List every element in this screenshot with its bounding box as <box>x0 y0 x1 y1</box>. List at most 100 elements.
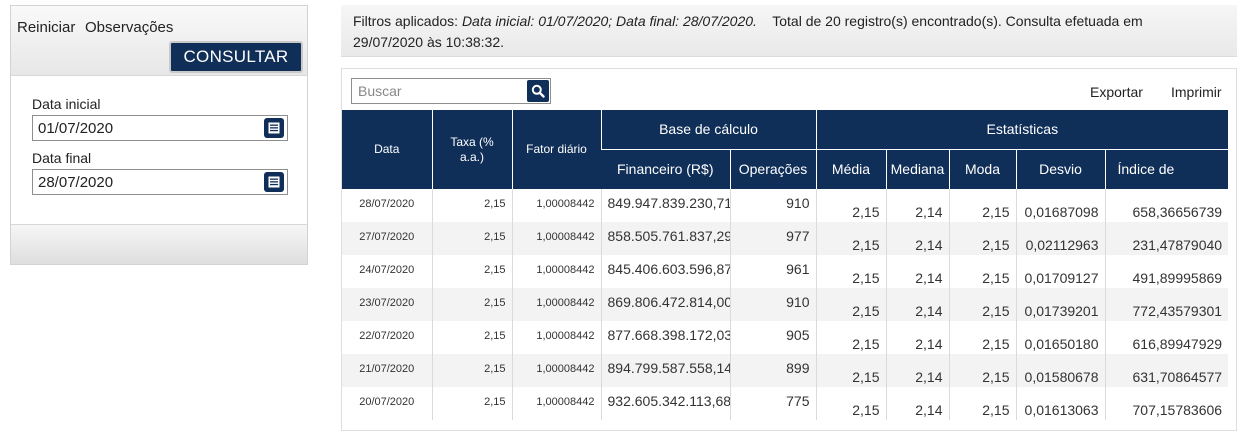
cell-date: 22/07/2020 <box>342 321 432 354</box>
cell-mode: 2,15 <box>948 255 1016 288</box>
cell-index: 231,47879040 <box>1104 222 1229 255</box>
cell-deviation: 0,01650180 <box>1015 321 1105 354</box>
end-date-input[interactable] <box>32 169 288 195</box>
search-button[interactable] <box>527 80 549 102</box>
cell-financial: 932.605.342.113,68 <box>600 387 730 420</box>
col-header-mean[interactable]: Média <box>815 149 886 189</box>
cell-index: 772,43579301 <box>1104 288 1229 321</box>
filters-prefix: Filtros aplicados: <box>353 13 462 29</box>
cell-operations: 899 <box>729 354 816 387</box>
col-header-rate[interactable]: Taxa (% a.a.) <box>431 110 512 189</box>
cell-factor: 1,00008442 <box>511 255 601 288</box>
cell-rate: 2,15 <box>431 222 512 255</box>
consult-button[interactable]: CONSULTAR <box>169 41 303 73</box>
cell-mode: 2,15 <box>948 288 1016 321</box>
cell-date: 24/07/2020 <box>342 255 432 288</box>
filter-panel-footer <box>11 224 307 264</box>
cell-mode: 2,15 <box>948 387 1016 420</box>
col-header-date[interactable]: Data <box>342 110 432 189</box>
cell-mean: 2,15 <box>815 288 886 321</box>
cell-factor: 1,00008442 <box>511 387 601 420</box>
cell-mean: 2,15 <box>815 321 886 354</box>
cell-deviation: 0,01739201 <box>1015 288 1105 321</box>
col-header-index[interactable]: Índice de <box>1104 149 1229 189</box>
cell-operations: 910 <box>729 288 816 321</box>
cell-financial: 877.668.398.172,03 <box>600 321 730 354</box>
cell-rate: 2,15 <box>431 288 512 321</box>
cell-deviation: 0,01709127 <box>1015 255 1105 288</box>
cell-deviation: 0,01687098 <box>1015 189 1105 222</box>
cell-factor: 1,00008442 <box>511 222 601 255</box>
calendar-icon <box>268 176 280 188</box>
col-header-factor[interactable]: Fator diário <box>511 110 601 189</box>
cell-financial: 869.806.472.814,00 <box>600 288 730 321</box>
cell-deviation: 0,01613063 <box>1015 387 1105 420</box>
col-header-mode[interactable]: Moda <box>948 149 1016 189</box>
cell-index: 616,89947929 <box>1104 321 1229 354</box>
cell-median: 2,14 <box>885 255 949 288</box>
cell-rate: 2,15 <box>431 321 512 354</box>
cell-median: 2,14 <box>885 222 949 255</box>
cell-mean: 2,15 <box>815 354 886 387</box>
search-input[interactable] <box>352 79 522 103</box>
cell-mode: 2,15 <box>948 222 1016 255</box>
cell-mean: 2,15 <box>815 387 886 420</box>
start-date-input[interactable] <box>32 115 288 141</box>
cell-date: 23/07/2020 <box>342 288 432 321</box>
cell-factor: 1,00008442 <box>511 288 601 321</box>
cell-date: 21/07/2020 <box>342 354 432 387</box>
export-link[interactable]: Exportar <box>1090 84 1143 100</box>
cell-operations: 775 <box>729 387 816 420</box>
cell-index: 658,36656739 <box>1104 189 1229 222</box>
cell-operations: 905 <box>729 321 816 354</box>
cell-mode: 2,15 <box>948 189 1016 222</box>
search-box <box>351 78 551 104</box>
cell-mean: 2,15 <box>815 222 886 255</box>
end-date-label: Data final <box>32 150 92 166</box>
cell-deviation: 0,01580678 <box>1015 354 1105 387</box>
cell-deviation: 0,02112963 <box>1015 222 1105 255</box>
notes-link[interactable]: Observações <box>85 19 173 36</box>
table-row: 23/07/2020 2,15 1,00008442 869.806.472.814,… <box>342 288 1229 321</box>
table-row: 22/07/2020 2,15 1,00008442 877.668.398.172,… <box>342 321 1229 354</box>
col-header-deviation[interactable]: Desvio <box>1015 149 1105 189</box>
table-row: 21/07/2020 2,15 1,00008442 894.799.587.558,… <box>342 354 1229 387</box>
cell-date: 27/07/2020 <box>342 222 432 255</box>
cell-median: 2,14 <box>885 288 949 321</box>
cell-operations: 977 <box>729 222 816 255</box>
cell-factor: 1,00008442 <box>511 321 601 354</box>
table-row: 24/07/2020 2,15 1,00008442 845.406.603.596,… <box>342 255 1229 288</box>
cell-mode: 2,15 <box>948 354 1016 387</box>
cell-rate: 2,15 <box>431 387 512 420</box>
end-date-calendar-button[interactable] <box>264 172 284 192</box>
start-date-label: Data inicial <box>32 96 101 112</box>
table-row: 28/07/2020 2,15 1,00008442 849.947.839.230,… <box>342 189 1229 222</box>
print-link[interactable]: Imprimir <box>1171 84 1222 100</box>
col-header-operations[interactable]: Operações <box>729 149 816 189</box>
cell-mean: 2,15 <box>815 255 886 288</box>
filter-panel: Reiniciar Observações CONSULTAR Data ini… <box>10 5 308 265</box>
cell-median: 2,14 <box>885 189 949 222</box>
cell-median: 2,14 <box>885 354 949 387</box>
cell-mean: 2,15 <box>815 189 886 222</box>
cell-index: 707,15783606 <box>1104 387 1229 420</box>
cell-mode: 2,15 <box>948 321 1016 354</box>
cell-date: 28/07/2020 <box>342 189 432 222</box>
cell-financial: 849.947.839.230,71 <box>600 189 730 222</box>
cell-median: 2,14 <box>885 387 949 420</box>
start-date-calendar-button[interactable] <box>264 118 284 138</box>
calendar-icon <box>268 122 280 134</box>
results-panel: Exportar Imprimir Data Taxa (% a.a.) Fat… <box>341 68 1237 431</box>
col-header-financial[interactable]: Financeiro (R$) <box>601 149 730 189</box>
cell-median: 2,14 <box>885 321 949 354</box>
cell-operations: 961 <box>729 255 816 288</box>
cell-index: 491,89995869 <box>1104 255 1229 288</box>
cell-financial: 845.406.603.596,87 <box>600 255 730 288</box>
cell-operations: 910 <box>729 189 816 222</box>
cell-index: 631,70864577 <box>1104 354 1229 387</box>
table-row: 27/07/2020 2,15 1,00008442 858.505.761.837,… <box>342 222 1229 255</box>
rates-table: Data Taxa (% a.a.) Fator diário Base de … <box>342 110 1229 420</box>
cell-date: 20/07/2020 <box>342 387 432 420</box>
col-header-median[interactable]: Mediana <box>885 149 949 189</box>
reset-link[interactable]: Reiniciar <box>17 19 75 36</box>
